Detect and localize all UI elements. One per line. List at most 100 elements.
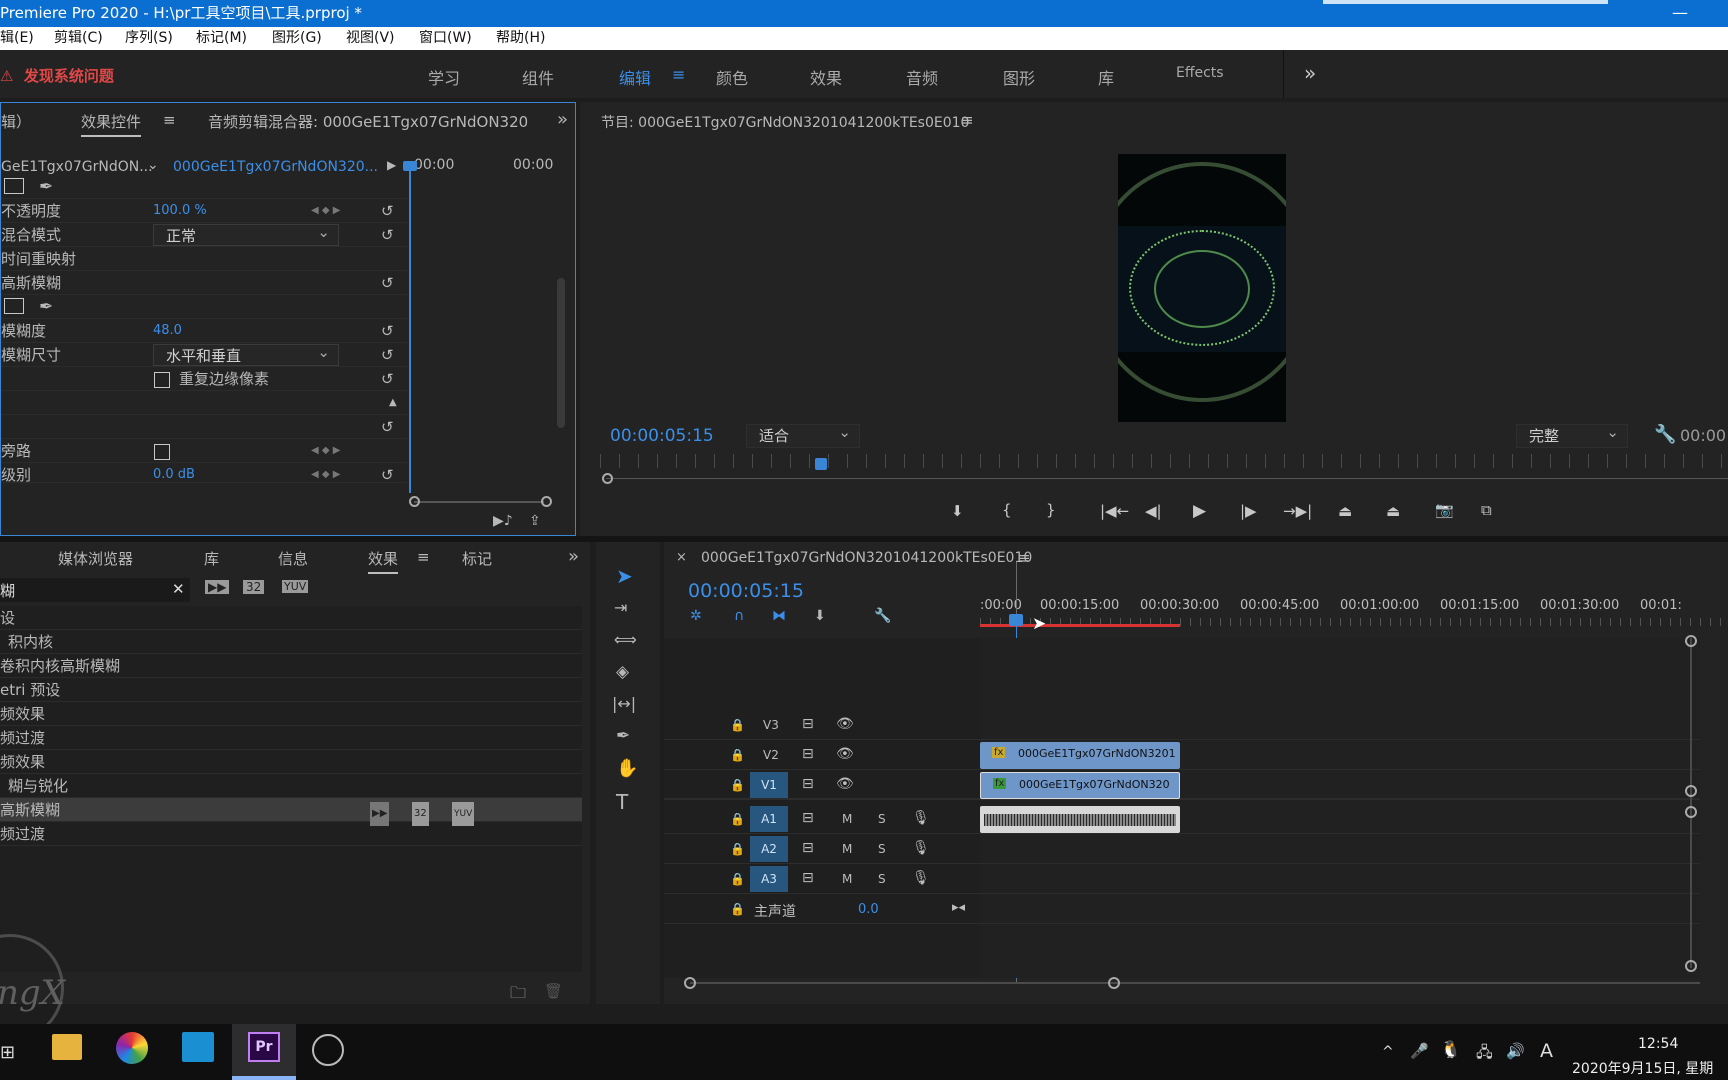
ws-learning[interactable]: 学习 bbox=[428, 65, 460, 89]
reset-icon[interactable]: ↺ bbox=[381, 223, 394, 247]
program-zoom-handle[interactable] bbox=[602, 473, 613, 484]
ws-audio[interactable]: 音频 bbox=[906, 65, 938, 89]
program-playhead[interactable] bbox=[815, 458, 827, 470]
tab-edit[interactable]: 辑） bbox=[1, 111, 31, 132]
ec-zoom-handle-left[interactable] bbox=[409, 496, 420, 507]
app-icon[interactable] bbox=[182, 1032, 214, 1062]
lift-icon[interactable]: ⏏ bbox=[1338, 502, 1352, 520]
blurriness-value[interactable]: 48.0 bbox=[153, 319, 182, 343]
solo-button[interactable]: S bbox=[878, 812, 886, 826]
delete-icon[interactable]: 🗑 bbox=[544, 982, 563, 1000]
ime-indicator[interactable]: A bbox=[1540, 1040, 1553, 1062]
ws-libraries[interactable]: 库 bbox=[1098, 65, 1114, 89]
minimize-button[interactable]: — bbox=[1672, 0, 1688, 26]
nest-icon[interactable]: ✲ bbox=[690, 608, 702, 624]
accelerated-effects-icon[interactable]: ▶▶ bbox=[205, 580, 230, 594]
effects-search-input[interactable]: 糊 ✕ bbox=[0, 578, 190, 602]
video-clip-v2[interactable]: fx 000GeE1Tgx07GrNdON3201 bbox=[980, 742, 1180, 769]
play-only-icon[interactable]: ▶ bbox=[387, 158, 396, 172]
chevron-down-icon[interactable]: ⌄ bbox=[147, 157, 159, 173]
lock-icon[interactable]: 🔒 bbox=[730, 902, 745, 916]
pen-mask-icon[interactable]: ✒ bbox=[39, 295, 53, 319]
camera-icon[interactable]: 📷 bbox=[1435, 501, 1454, 519]
program-title[interactable]: 节目: 000GeE1Tgx07GrNdON3201041200kTEs0E01… bbox=[601, 112, 969, 132]
ws-assembly[interactable]: 组件 bbox=[522, 65, 554, 89]
ec-playhead-handle[interactable] bbox=[403, 161, 417, 171]
sync-lock-icon[interactable]: ⊟ bbox=[802, 746, 814, 762]
reset-icon[interactable]: ↺ bbox=[381, 319, 394, 343]
ec-zoom-bar[interactable] bbox=[414, 501, 544, 503]
time-remap-row[interactable]: 时间重映射 bbox=[1, 247, 407, 271]
lock-icon[interactable]: 🔒 bbox=[730, 718, 745, 732]
audio-clip-a1[interactable] bbox=[980, 806, 1180, 833]
blur-dimension-select[interactable]: 水平和垂直 bbox=[153, 341, 339, 366]
list-item[interactable]: 设 bbox=[0, 606, 582, 630]
timeline-settings-icon[interactable]: 🔧 bbox=[874, 608, 891, 624]
mark-out-icon[interactable]: } bbox=[1046, 501, 1056, 519]
panel-menu-icon[interactable]: ≡ bbox=[417, 548, 430, 566]
clock-time[interactable]: 12:54 bbox=[1638, 1036, 1678, 1052]
timeline-ruler[interactable]: :00:00 00:00:15:00 00:00:30:00 00:00:45:… bbox=[980, 594, 1728, 614]
timeline-playhead-handle[interactable] bbox=[1009, 614, 1023, 626]
step-back-icon[interactable]: ◀| bbox=[1145, 502, 1162, 520]
ec-scrollbar[interactable] bbox=[557, 278, 565, 428]
list-item[interactable]: 卷积内核高斯模糊 bbox=[0, 654, 582, 678]
reset-icon[interactable]: ↺ bbox=[381, 343, 394, 367]
menu-edit[interactable]: 辑(E) bbox=[0, 27, 34, 50]
lock-icon[interactable]: 🔒 bbox=[730, 842, 745, 856]
solo-button[interactable]: S bbox=[878, 842, 886, 856]
type-tool-icon[interactable]: T bbox=[616, 790, 628, 814]
tab-effect-controls[interactable]: 效果控件 bbox=[81, 111, 142, 137]
tab-libraries[interactable]: 库 bbox=[204, 548, 219, 569]
vertical-zoom-handle[interactable] bbox=[1685, 635, 1697, 647]
pen-mask-icon[interactable]: ✒ bbox=[39, 175, 53, 199]
blend-mode-select[interactable]: 正常 bbox=[153, 221, 339, 246]
vertical-zoom-handle[interactable] bbox=[1685, 960, 1697, 972]
tray-volume-icon[interactable]: 🔊 bbox=[1506, 1042, 1525, 1060]
eye-icon[interactable]: 👁 bbox=[836, 746, 854, 762]
menu-help[interactable]: 帮助(H) bbox=[496, 27, 545, 50]
sync-lock-icon[interactable]: ⊟ bbox=[802, 716, 814, 732]
play-icon[interactable]: ▶ bbox=[1193, 501, 1206, 521]
filter-audio-icon[interactable]: ▶♪ bbox=[493, 513, 513, 529]
yuv-effects-icon[interactable]: YUV bbox=[282, 580, 309, 593]
horizontal-zoom-handle[interactable] bbox=[684, 977, 696, 989]
tray-chevron-icon[interactable]: ^ bbox=[1382, 1044, 1394, 1060]
system-alert[interactable]: ⚠ 发现系统问题 bbox=[0, 65, 114, 86]
track-label-a1[interactable]: A1 bbox=[750, 806, 788, 832]
snap-icon[interactable]: ∩ bbox=[734, 608, 744, 624]
tab-info[interactable]: 信息 bbox=[278, 548, 308, 569]
track-label-a2[interactable]: A2 bbox=[750, 836, 788, 862]
keyframe-nav-icon[interactable]: ◀ ◆ ▶ bbox=[311, 439, 340, 463]
premiere-task[interactable]: Pr bbox=[232, 1024, 296, 1080]
clear-search-icon[interactable]: ✕ bbox=[172, 580, 185, 598]
menu-clip[interactable]: 剪辑(C) bbox=[54, 27, 103, 50]
add-marker-icon[interactable]: ⬇ bbox=[814, 608, 826, 624]
microphone-icon[interactable]: 🎙 bbox=[912, 870, 930, 886]
ws-effects-en[interactable]: Effects bbox=[1176, 65, 1224, 81]
tab-audio-clip-mixer[interactable]: 音频剪辑混合器: 000GeE1Tgx07GrNdON3201 bbox=[208, 111, 528, 132]
list-item[interactable]: 频效果 bbox=[0, 702, 582, 726]
browser-icon[interactable] bbox=[116, 1032, 148, 1064]
panel-menu-icon[interactable]: ≡ bbox=[163, 111, 176, 129]
track-select-tool-icon[interactable]: ⇥ bbox=[614, 598, 627, 617]
close-tab-icon[interactable]: × bbox=[676, 550, 687, 565]
sync-lock-icon[interactable]: ⊟ bbox=[802, 810, 814, 826]
menu-view[interactable]: 视图(V) bbox=[346, 27, 395, 50]
step-forward-icon[interactable]: |▶ bbox=[1240, 502, 1257, 520]
track-label-a3[interactable]: A3 bbox=[750, 866, 788, 892]
export-icon[interactable]: ⇪ bbox=[529, 513, 541, 529]
tab-media-browser[interactable]: 媒体浏览器 bbox=[58, 548, 133, 569]
ripple-edit-tool-icon[interactable]: ⟺ bbox=[614, 630, 637, 649]
program-timecode[interactable]: 00:00:05:15 bbox=[610, 426, 714, 446]
mute-button[interactable]: M bbox=[842, 872, 852, 886]
ws-editing[interactable]: 编辑 bbox=[619, 65, 651, 89]
microphone-icon[interactable]: 🎙 bbox=[912, 840, 930, 856]
mute-button[interactable]: M bbox=[842, 842, 852, 856]
tray-network-icon[interactable]: 🖧 bbox=[1476, 1042, 1493, 1067]
hand-tool-icon[interactable]: ✋ bbox=[616, 758, 638, 779]
gaussian-blur-row[interactable]: 高斯模糊 ↺ bbox=[1, 271, 407, 295]
ws-graphics[interactable]: 图形 bbox=[1003, 65, 1035, 89]
rectangle-mask-icon[interactable] bbox=[4, 178, 24, 194]
lock-icon[interactable]: 🔒 bbox=[730, 872, 745, 886]
